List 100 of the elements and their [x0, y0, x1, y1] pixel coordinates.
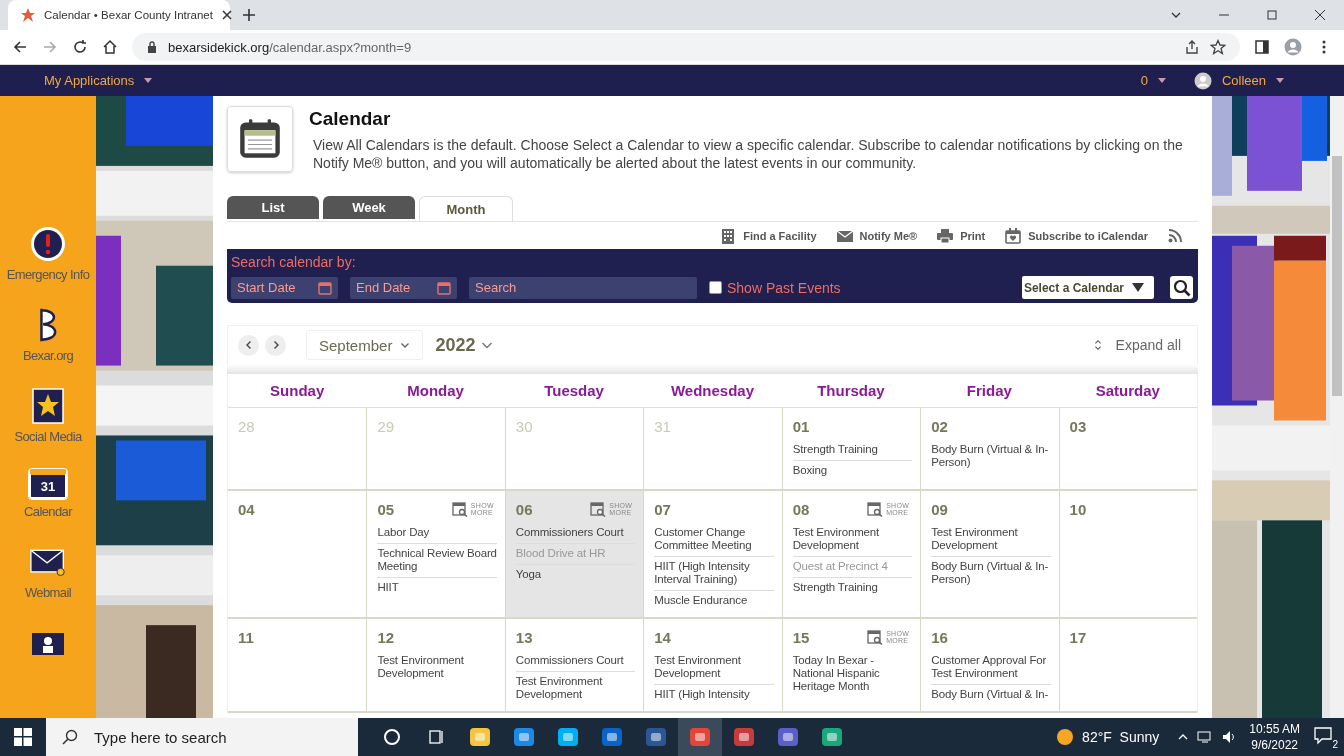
caret-icon[interactable]: [1276, 78, 1284, 83]
calendar-icon[interactable]: [318, 280, 332, 295]
calendar-search-icon[interactable]: [867, 501, 884, 517]
day-cell[interactable]: 14 Test Environment Development HIIT (High Intensity: [643, 619, 782, 711]
start-date-box[interactable]: Start Date: [231, 276, 338, 299]
toolbar-link[interactable]: Find a Facility: [743, 229, 817, 242]
event-link[interactable]: Test Environment Development: [377, 651, 497, 684]
caret-icon[interactable]: [1157, 78, 1166, 83]
year-select[interactable]: 2022: [435, 334, 494, 356]
app-icon[interactable]: [601, 726, 623, 748]
event-link[interactable]: Commissioners Court: [515, 523, 636, 544]
toolbar-link[interactable]: Notify Me®: [859, 229, 918, 242]
calendar-icon[interactable]: [437, 280, 451, 295]
event-link[interactable]: Yoga: [515, 565, 636, 585]
app-icon[interactable]: [645, 726, 667, 748]
caret-icon[interactable]: [144, 78, 153, 83]
day-cell[interactable]: 07 Customer Change Committee Meeting HIIT (High Intensity Interval Training) Muscle Endurance: [643, 491, 782, 617]
start-date-field[interactable]: Start Date: [237, 280, 314, 295]
day-cell[interactable]: 10: [1058, 491, 1197, 617]
day-cell[interactable]: 13 Commissioners Court Test Environment Development: [504, 619, 644, 711]
notification-icon[interactable]: [1312, 724, 1334, 746]
clock[interactable]: 10:55 AM 9/6/2022: [1249, 721, 1300, 753]
taskbar-search-input[interactable]: Type here to search: [92, 727, 295, 747]
event-link[interactable]: Customer Change Committee Meeting: [654, 523, 774, 557]
day-cell[interactable]: 09 Test Environment Development Body Burn (Virtual & In-Person): [920, 491, 1059, 617]
event-link[interactable]: Test Environment Development: [792, 523, 913, 557]
day-cell[interactable]: 12 Test Environment Development: [366, 619, 505, 711]
day-cell[interactable]: 17: [1058, 619, 1197, 711]
event-link[interactable]: Test Environment Development: [931, 523, 1051, 557]
expand-all-link[interactable]: Expand all: [1115, 337, 1181, 353]
task-view-icon[interactable]: [427, 728, 445, 746]
rss-icon[interactable]: [1168, 228, 1182, 243]
event-link[interactable]: Today In Bexar - National Hispanic Heritage Month: [792, 651, 913, 697]
weather-text[interactable]: 82°F Sunny: [1082, 729, 1160, 745]
event-link[interactable]: Commissioners Court: [515, 651, 636, 672]
day-cell[interactable]: 02 Body Burn (Virtual & In-Person): [920, 408, 1059, 489]
close-icon[interactable]: [220, 9, 233, 21]
windows-icon[interactable]: [14, 728, 32, 746]
home-icon[interactable]: [102, 39, 118, 55]
alert-icon[interactable]: [30, 226, 66, 262]
day-cell[interactable]: 16 Customer Approval For Test Environment Body Burn (Virtual & In-: [920, 619, 1059, 711]
profile-icon[interactable]: [1284, 38, 1302, 56]
star-icon[interactable]: [1210, 39, 1226, 55]
count-menu[interactable]: 0: [1140, 73, 1148, 88]
event-link[interactable]: Body Burn (Virtual & In-Person): [931, 440, 1051, 473]
event-link[interactable]: Customer Approval For Test Environment: [931, 651, 1051, 685]
day-cell[interactable]: 11: [228, 619, 367, 711]
calendar-search-icon[interactable]: [590, 501, 607, 517]
share-icon[interactable]: [1184, 39, 1200, 55]
end-date-box[interactable]: End Date: [350, 276, 457, 299]
app-icon[interactable]: [469, 726, 491, 748]
weather-icon[interactable]: [1056, 728, 1075, 746]
sidebar-label[interactable]: Bexar.org: [2, 346, 94, 366]
taskbar-search-field[interactable]: Type here to search: [46, 718, 358, 756]
day-cell[interactable]: 03: [1058, 408, 1197, 489]
app-icon[interactable]: [821, 726, 843, 748]
event-link[interactable]: HIIT: [377, 578, 497, 598]
calendar-search-icon[interactable]: [451, 501, 468, 517]
applications-menu[interactable]: My Applications: [44, 73, 135, 88]
app-icon[interactable]: [557, 726, 579, 748]
network-icon[interactable]: [1197, 729, 1214, 745]
event-link[interactable]: Strength Training: [792, 578, 913, 598]
event-link[interactable]: Strength Training: [792, 440, 913, 461]
sidebar-label[interactable]: Social Media: [2, 427, 94, 447]
event-link[interactable]: Boxing: [792, 461, 913, 481]
event-link[interactable]: Technical Review Board Meeting: [377, 544, 497, 578]
checkbox[interactable]: [709, 281, 722, 294]
search-field[interactable]: Search: [475, 280, 691, 295]
sidebar-label[interactable]: Emergency Info: [2, 265, 94, 285]
user-menu[interactable]: Colleen: [1221, 73, 1266, 88]
next-button[interactable]: [265, 334, 286, 356]
toolbar-link[interactable]: Subscribe to iCalendar: [1028, 229, 1148, 242]
event-link[interactable]: Muscle Endurance: [654, 591, 774, 611]
scrollbar-thumb[interactable]: [1332, 156, 1342, 396]
event-link[interactable]: HIIT (High Intensity Interval Training): [654, 557, 774, 591]
app-icon[interactable]: [733, 726, 755, 748]
view-tab[interactable]: Week: [323, 196, 415, 219]
view-tab[interactable]: Month: [419, 196, 513, 221]
calendar-search-icon[interactable]: [867, 629, 884, 645]
month-select[interactable]: September: [306, 330, 424, 360]
previous-button[interactable]: [238, 334, 259, 356]
toolbar-link[interactable]: Print: [960, 229, 986, 242]
reload-icon[interactable]: [72, 39, 88, 55]
new-tab-icon[interactable]: [242, 8, 256, 22]
sidebar-icon[interactable]: [1254, 39, 1270, 55]
end-date-field[interactable]: End Date: [356, 280, 433, 295]
maximize-icon[interactable]: [1266, 9, 1278, 21]
search-button[interactable]: [1170, 276, 1193, 299]
close-icon[interactable]: [1314, 9, 1326, 21]
day-cell[interactable]: 01 Strength Training Boxing: [781, 408, 921, 489]
event-link[interactable]: Labor Day: [377, 523, 497, 544]
printer-icon[interactable]: [937, 227, 954, 244]
cortana-icon[interactable]: [383, 728, 401, 746]
event-link[interactable]: Test Environment Development: [654, 651, 774, 685]
calendar-icon[interactable]: [1005, 227, 1022, 244]
app-icon[interactable]: [513, 726, 535, 748]
event-link[interactable]: Test Environment Development: [515, 672, 636, 705]
calendar-select[interactable]: Select a Calendar: [1022, 276, 1154, 299]
calendar-icon[interactable]: 31: [29, 469, 67, 499]
scrollbar[interactable]: [1330, 96, 1344, 718]
